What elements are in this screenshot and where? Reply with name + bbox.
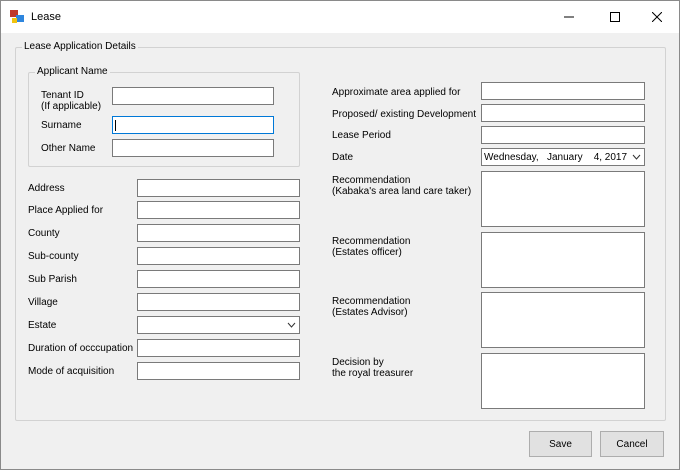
rec-estates-officer-label-note: (Estates officer): [332, 247, 402, 258]
place-applied-for-input[interactable]: [137, 201, 300, 219]
other-name-input[interactable]: [112, 139, 274, 157]
window-title: Lease: [31, 11, 61, 23]
lease-period-input[interactable]: [481, 126, 645, 144]
development-label: Proposed/ existing Development: [332, 109, 476, 120]
lease-period-label: Lease Period: [332, 130, 391, 141]
approximate-area-label: Approximate area applied for: [332, 87, 461, 98]
county-label: County: [28, 228, 60, 239]
village-input[interactable]: [137, 293, 300, 311]
sub-county-input[interactable]: [137, 247, 300, 265]
sub-parish-label: Sub Parish: [28, 274, 77, 285]
date-picker[interactable]: Wednesday, January 4, 2017: [481, 148, 645, 166]
county-input[interactable]: [137, 224, 300, 242]
close-icon: [652, 12, 662, 22]
mode-of-acquisition-label: Mode of acquisition: [28, 366, 115, 377]
minimize-button[interactable]: [547, 1, 591, 33]
rec-estates-officer-textarea[interactable]: [481, 232, 645, 288]
mode-of-acquisition-input[interactable]: [137, 362, 300, 380]
village-label: Village: [28, 297, 58, 308]
address-label: Address: [28, 183, 65, 194]
chevron-down-icon: [632, 154, 641, 160]
rec-estates-advisor-textarea[interactable]: [481, 292, 645, 348]
estate-combobox[interactable]: [137, 316, 300, 334]
sub-parish-input[interactable]: [137, 270, 300, 288]
estate-label: Estate: [28, 320, 57, 331]
date-label: Date: [332, 152, 354, 163]
surname-label: Surname: [41, 120, 82, 131]
sub-county-label: Sub-county: [28, 251, 79, 262]
cancel-button[interactable]: Cancel: [600, 431, 664, 457]
app-window-icon: [10, 10, 24, 23]
duration-of-occupation-input[interactable]: [137, 339, 300, 357]
minimize-icon: [564, 16, 574, 18]
place-applied-for-label: Place Applied for: [28, 205, 104, 216]
duration-of-occupation-label: Duration of occcupation: [28, 343, 134, 354]
maximize-button[interactable]: [593, 1, 637, 33]
title-bar: Lease: [1, 1, 679, 33]
approximate-area-input[interactable]: [481, 82, 645, 100]
lease-window: Lease Lease Application Details Applican…: [0, 0, 680, 470]
rec-kabaka-label-note: (Kabaka's area land care taker): [332, 186, 472, 197]
date-value: Wednesday, January 4, 2017: [484, 152, 628, 163]
decision-textarea[interactable]: [481, 353, 645, 409]
group-legend: Lease Application Details: [22, 41, 138, 53]
other-name-label: Other Name: [41, 143, 96, 154]
save-button[interactable]: Save: [529, 431, 592, 457]
tenant-id-label-note: (If applicable): [41, 101, 102, 112]
development-input[interactable]: [481, 104, 645, 122]
maximize-icon: [610, 12, 620, 22]
address-input[interactable]: [137, 179, 300, 197]
text-caret: [115, 120, 116, 131]
chevron-down-icon: [287, 322, 296, 328]
close-button[interactable]: [635, 1, 679, 33]
applicant-group-legend: Applicant Name: [35, 66, 110, 78]
tenant-id-input[interactable]: [112, 87, 274, 105]
rec-estates-advisor-label-note: (Estates Advisor): [332, 307, 408, 318]
decision-label-note: the royal treasurer: [332, 368, 414, 379]
surname-input[interactable]: [112, 116, 274, 134]
rec-kabaka-textarea[interactable]: [481, 171, 645, 227]
